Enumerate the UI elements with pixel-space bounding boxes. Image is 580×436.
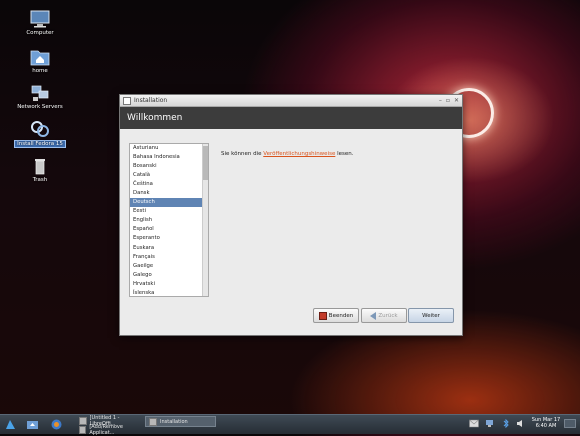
language-list-scrollbar[interactable] (202, 144, 208, 296)
release-notes-suffix: lesen. (335, 151, 354, 157)
trash-icon (35, 159, 45, 175)
quit-icon (318, 311, 327, 320)
back-arrow-icon (370, 311, 377, 320)
language-item[interactable]: Euskara (130, 244, 208, 253)
release-notes-prefix: Sie können die (221, 151, 264, 157)
task-label: [Add/Remove Applicat... (89, 423, 123, 436)
task-label: Installation (160, 418, 188, 425)
language-item[interactable]: Deutsch (130, 198, 208, 208)
home-folder-icon (30, 50, 50, 66)
mail-icon[interactable] (469, 419, 479, 428)
window-icon (123, 96, 131, 105)
computer-icon (30, 10, 50, 28)
language-item[interactable]: Español (130, 225, 208, 234)
desktop-icon-label: Install Fedora 15 (14, 140, 66, 148)
desktop-icon-label: home (32, 68, 48, 74)
window-title: Installation (134, 97, 168, 104)
language-item[interactable]: Eesti (130, 207, 208, 216)
language-item[interactable]: Galego (130, 271, 208, 280)
language-item[interactable]: Català (130, 171, 208, 180)
forward-button[interactable]: Weiter (408, 308, 454, 323)
quit-button[interactable]: Beenden (313, 308, 359, 323)
desktop-icon-install[interactable]: Install Fedora 15 (8, 120, 72, 148)
language-item[interactable]: Asturianu (130, 144, 208, 153)
bluetooth-icon[interactable] (501, 419, 511, 428)
installer-window: Installation – ▫ ✕ Willkommen Asturianu B… (119, 94, 463, 336)
release-notes-link[interactable]: Veröffentlichungshinweise (263, 151, 335, 157)
language-list[interactable]: Asturianu Bahasa Indonesia Bosanski Català Č… (129, 143, 209, 297)
task-installation[interactable]: Installation (145, 416, 216, 427)
language-item[interactable]: English (130, 216, 208, 225)
language-item[interactable]: Dansk (130, 189, 208, 198)
language-item[interactable]: Esperanto (130, 234, 208, 243)
language-item[interactable]: Čeština (130, 180, 208, 189)
browser-launcher-icon[interactable] (50, 418, 63, 431)
window-icon (149, 417, 157, 426)
minimize-icon[interactable]: – (439, 97, 442, 104)
language-item[interactable]: Hrvatski (130, 280, 208, 289)
start-menu-icon[interactable] (4, 418, 17, 431)
language-item[interactable]: Gaeilge (130, 262, 208, 271)
back-button-label: Zurück (378, 312, 398, 319)
clock[interactable]: Sun Mar 17 6:40 AM (531, 417, 561, 429)
maximize-icon[interactable]: ▫ (446, 97, 450, 104)
language-item[interactable]: Bosanski (130, 162, 208, 171)
home-folder-launcher-icon[interactable] (26, 418, 39, 431)
close-icon[interactable]: ✕ (454, 97, 459, 104)
desktop-icon-trash[interactable]: Trash (8, 157, 72, 183)
desktop-icon-label: Computer (26, 30, 54, 36)
desktop-icon-network-servers[interactable]: Network Servers (8, 84, 72, 110)
language-item[interactable]: Bahasa Indonesia (130, 153, 208, 162)
taskbar: [Untitled 1 - LibreOffi... [Add/Remove A… (0, 414, 580, 436)
show-desktop-icon[interactable] (564, 419, 576, 428)
language-item[interactable]: Íslenska (130, 289, 208, 296)
quit-button-label: Beenden (328, 312, 354, 319)
package-icon (79, 425, 87, 434)
clock-time: 6:40 AM (535, 423, 557, 429)
scrollbar-thumb[interactable] (203, 146, 208, 180)
install-icon (31, 121, 49, 137)
release-notes-text: Sie können die Veröffentlichungshinweise… (221, 151, 354, 157)
desktop-icon-home[interactable]: home (8, 48, 72, 74)
desktop-icon-computer[interactable]: Computer (8, 10, 72, 36)
desktop-icon-label: Network Servers (17, 104, 63, 110)
page-title: Willkommen (127, 113, 183, 123)
desktop-icon-label: Trash (32, 177, 48, 183)
document-icon (79, 416, 87, 425)
forward-button-label: Weiter (422, 312, 440, 319)
network-status-icon[interactable] (485, 419, 495, 428)
window-titlebar[interactable]: Installation – ▫ ✕ (120, 95, 462, 107)
language-item[interactable]: Français (130, 253, 208, 262)
welcome-banner: Willkommen (120, 107, 462, 129)
back-button[interactable]: Zurück (361, 308, 407, 323)
network-icon (31, 85, 49, 101)
volume-icon[interactable] (516, 419, 526, 428)
